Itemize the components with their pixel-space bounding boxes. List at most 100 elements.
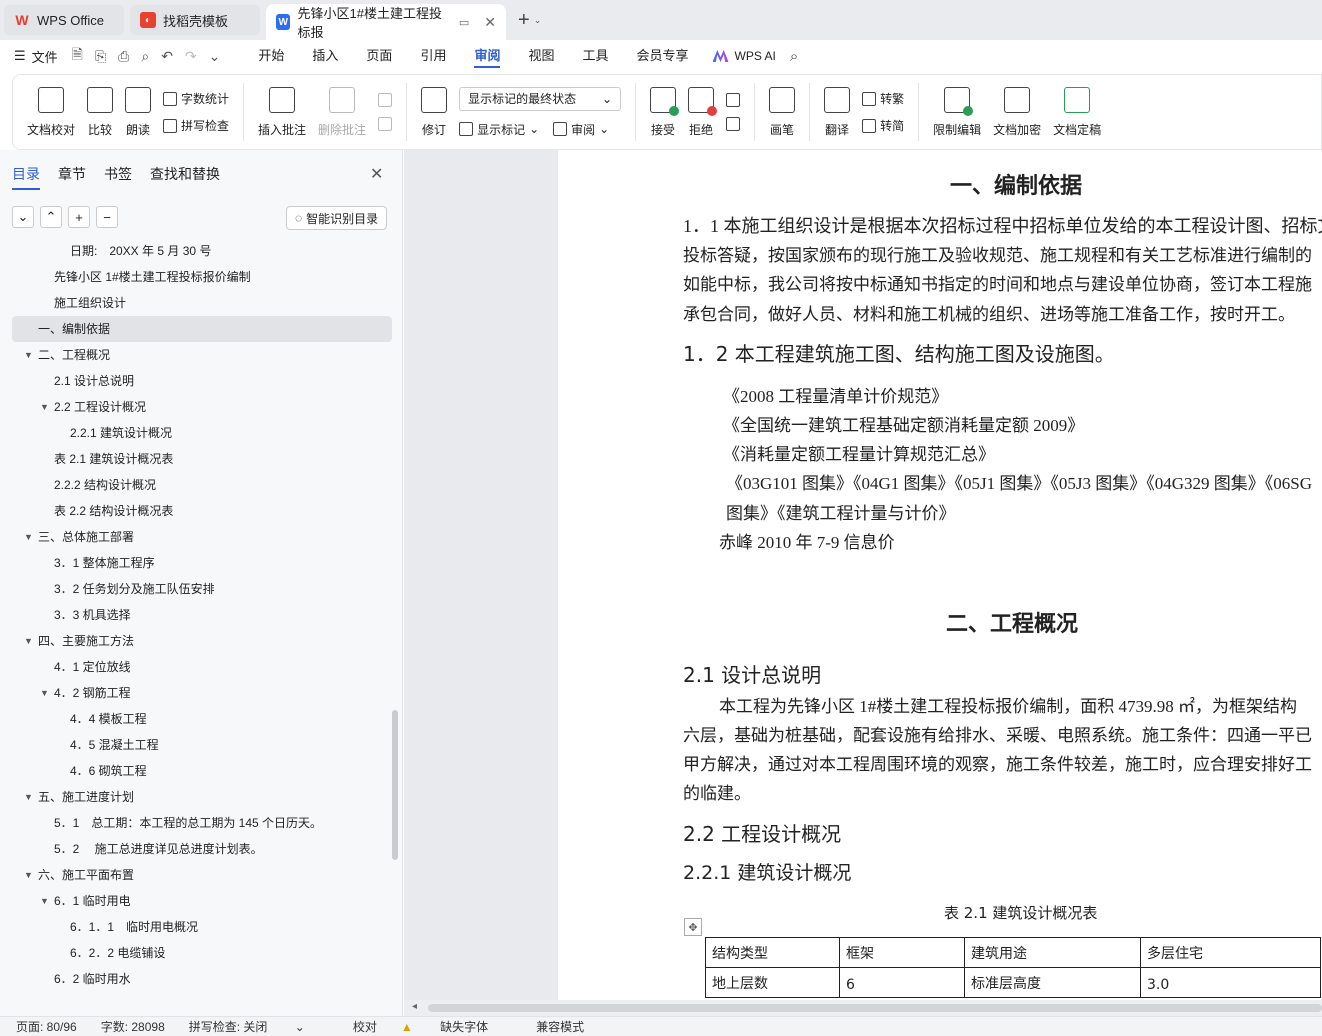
toc-item[interactable]: 施工组织设计 <box>12 290 392 316</box>
file-menu-button[interactable]: ☰ 文件 <box>14 47 58 66</box>
tab-list-chevron-icon[interactable]: ⌄ <box>534 15 542 26</box>
toc-item[interactable]: 3．3 机具选择 <box>12 602 392 628</box>
print-preview-icon[interactable]: ⌕ <box>141 48 149 65</box>
table-cell[interactable]: 标准层高度 <box>964 967 1141 998</box>
menu-home[interactable]: 开始 <box>244 40 298 72</box>
toc-scrollbar[interactable] <box>392 710 398 860</box>
toc-item[interactable]: ▼ 六、施工平面布置 <box>12 862 392 888</box>
search-icon[interactable]: ⌕ <box>790 48 798 65</box>
next-comment-button[interactable] <box>378 117 393 131</box>
doc-check-button[interactable]: 文档校对 <box>21 77 81 147</box>
tab-toc[interactable]: 目录 <box>12 164 40 190</box>
menu-review[interactable]: 审阅 <box>460 40 514 72</box>
show-markup-button[interactable]: 显示标记 ⌄ <box>459 121 539 138</box>
compare-button[interactable]: 比较 <box>81 77 119 147</box>
missing-font-status[interactable]: ▲ 缺失字体 <box>401 1018 512 1035</box>
pen-button[interactable]: 画笔 <box>763 77 801 147</box>
toc-item[interactable]: 6．2．2 电缆铺设 <box>12 940 392 966</box>
toc-item[interactable]: ▼ 4．2 钢筋工程 <box>12 680 392 706</box>
table-cell[interactable]: 6 <box>839 967 965 998</box>
toc-item[interactable]: 日期: 20XX 年 5 月 30 号 <box>12 238 392 264</box>
toc-item[interactable]: 4．1 定位放线 <box>12 654 392 680</box>
menu-page[interactable]: 页面 <box>352 40 406 72</box>
tab-document[interactable]: W 先锋小区1#楼土建工程投标报 ▭ ✕ <box>266 4 506 40</box>
close-pane-icon[interactable]: ✕ <box>370 164 383 184</box>
expand-arrow-icon[interactable]: ▼ <box>24 342 33 368</box>
toc-item[interactable]: 2.1 设计总说明 <box>12 368 392 394</box>
toc-item[interactable]: 4．6 砌筑工程 <box>12 758 392 784</box>
document-page[interactable]: 一、编制依据 1．1 本施工组织设计是根据本次招标过程中招标单位发给的本工程设计… <box>558 150 1322 1000</box>
expand-arrow-icon[interactable]: ▼ <box>40 888 49 914</box>
toc-item[interactable]: 4．5 混凝土工程 <box>12 732 392 758</box>
toc-item[interactable]: ▼ 五、施工进度计划 <box>12 784 392 810</box>
toc-item[interactable]: ▼ 三、总体施工部署 <box>12 524 392 550</box>
horizontal-scrollbar[interactable]: ◂ <box>404 1000 1322 1016</box>
tab-bookmarks[interactable]: 书签 <box>104 164 132 190</box>
expand-arrow-icon[interactable]: ▼ <box>24 628 33 654</box>
to-traditional-button[interactable]: 转繁 <box>862 90 904 107</box>
new-tab-plus-icon[interactable]: + <box>518 9 530 32</box>
table-cell[interactable]: 地上层数 <box>705 967 840 998</box>
save-icon[interactable]: 🗎 <box>72 44 83 68</box>
table-cell[interactable]: 3.0 <box>1140 967 1321 998</box>
delete-comment-button[interactable]: 删除批注 <box>312 77 372 147</box>
tab-docer-templates[interactable]: ◐ 找稻壳模板 <box>130 5 260 35</box>
word-count-button[interactable]: 字数统计 <box>163 90 229 107</box>
wps-ai-button[interactable]: WPS AI <box>712 49 776 63</box>
restrict-edit-button[interactable]: 限制编辑 <box>927 77 987 147</box>
toc-item[interactable]: 表 2.2 结构设计概况表 <box>12 498 392 524</box>
toc-item[interactable]: 5．2 施工总进度详见总进度计划表。 <box>12 836 392 862</box>
screen-icon[interactable]: ▭ <box>459 16 469 29</box>
table-cell[interactable]: 多层住宅 <box>1140 937 1321 968</box>
read-aloud-button[interactable]: 朗读 <box>119 77 157 147</box>
reject-button[interactable]: 拒绝 <box>682 77 720 147</box>
menu-references[interactable]: 引用 <box>406 40 460 72</box>
spell-check-button[interactable]: 拼写检查 <box>163 117 229 134</box>
accept-button[interactable]: 接受 <box>644 77 682 147</box>
toc-item[interactable]: ▼ 2.2 工程设计概况 <box>12 394 392 420</box>
expand-arrow-icon[interactable]: ▼ <box>40 394 49 420</box>
toc-item[interactable]: 4．4 模板工程 <box>12 706 392 732</box>
collapse-chevron-up-icon[interactable]: ⌃ <box>40 206 62 228</box>
toc-item[interactable]: 6．2 临时用水 <box>12 966 392 992</box>
expand-arrow-icon[interactable]: ▼ <box>24 784 33 810</box>
table-cell[interactable]: 建筑用途 <box>964 937 1141 968</box>
expand-arrow-icon[interactable]: ▼ <box>40 680 49 706</box>
toc-item[interactable]: 5．1 总工期：本工程的总工期为 145 个日历天。 <box>12 810 392 836</box>
spell-check-status[interactable]: 拼写检查: 关闭 ⌄ <box>189 1018 329 1035</box>
print-icon[interactable]: ⎙ <box>118 48 129 65</box>
toc-item[interactable]: 2.2.1 建筑设计概况 <box>12 420 392 446</box>
tab-wps-office[interactable]: W WPS Office <box>4 5 124 35</box>
toc-item[interactable]: 3．2 任务划分及施工队伍安排 <box>12 576 392 602</box>
table-cell[interactable]: 结构类型 <box>705 937 840 968</box>
undo-icon[interactable]: ↶ <box>161 48 173 65</box>
toc-item[interactable]: 2.2.2 结构设计概况 <box>12 472 392 498</box>
toc-item[interactable]: 先锋小区 1#楼土建工程投标报价编制 <box>12 264 392 290</box>
expand-arrow-icon[interactable]: ▼ <box>24 862 33 888</box>
export-icon[interactable]: ⎘ <box>95 48 106 65</box>
track-changes-button[interactable]: 修订 <box>415 77 453 147</box>
table-cell[interactable]: 框架 <box>839 937 965 968</box>
tab-sections[interactable]: 章节 <box>58 164 86 190</box>
proofread-status[interactable]: 校对 <box>353 1018 377 1035</box>
page-indicator[interactable]: 页面: 80/96 <box>16 1018 77 1035</box>
menu-membership[interactable]: 会员专享 <box>623 40 703 72</box>
smart-toc-button[interactable]: ◌ 智能识别目录 <box>286 206 388 230</box>
finalize-button[interactable]: 文档定稿 <box>1047 77 1107 147</box>
table-move-handle-icon[interactable]: ✥ <box>684 918 702 936</box>
markup-state-dropdown[interactable]: 显示标记的最终状态 ⌄ <box>459 86 622 111</box>
redo-icon[interactable]: ↷ <box>185 48 197 65</box>
previous-change-button[interactable] <box>726 93 741 107</box>
toc-item[interactable]: ▼ 二、工程概况 <box>12 342 392 368</box>
tab-find-replace[interactable]: 查找和替换 <box>150 164 220 190</box>
translate-button[interactable]: 翻译 <box>818 77 856 147</box>
to-simplified-button[interactable]: 转简 <box>862 117 904 134</box>
toc-item[interactable]: 表 2.1 建筑设计概况表 <box>12 446 392 472</box>
word-count-indicator[interactable]: 字数: 28098 <box>101 1018 165 1035</box>
remove-heading-icon[interactable]: − <box>96 206 118 228</box>
next-change-button[interactable] <box>726 117 741 131</box>
more-chevron-icon[interactable]: ⌄ <box>209 48 221 65</box>
encrypt-button[interactable]: 文档加密 <box>987 77 1047 147</box>
previous-comment-button[interactable] <box>378 93 393 107</box>
menu-view[interactable]: 视图 <box>514 40 568 72</box>
